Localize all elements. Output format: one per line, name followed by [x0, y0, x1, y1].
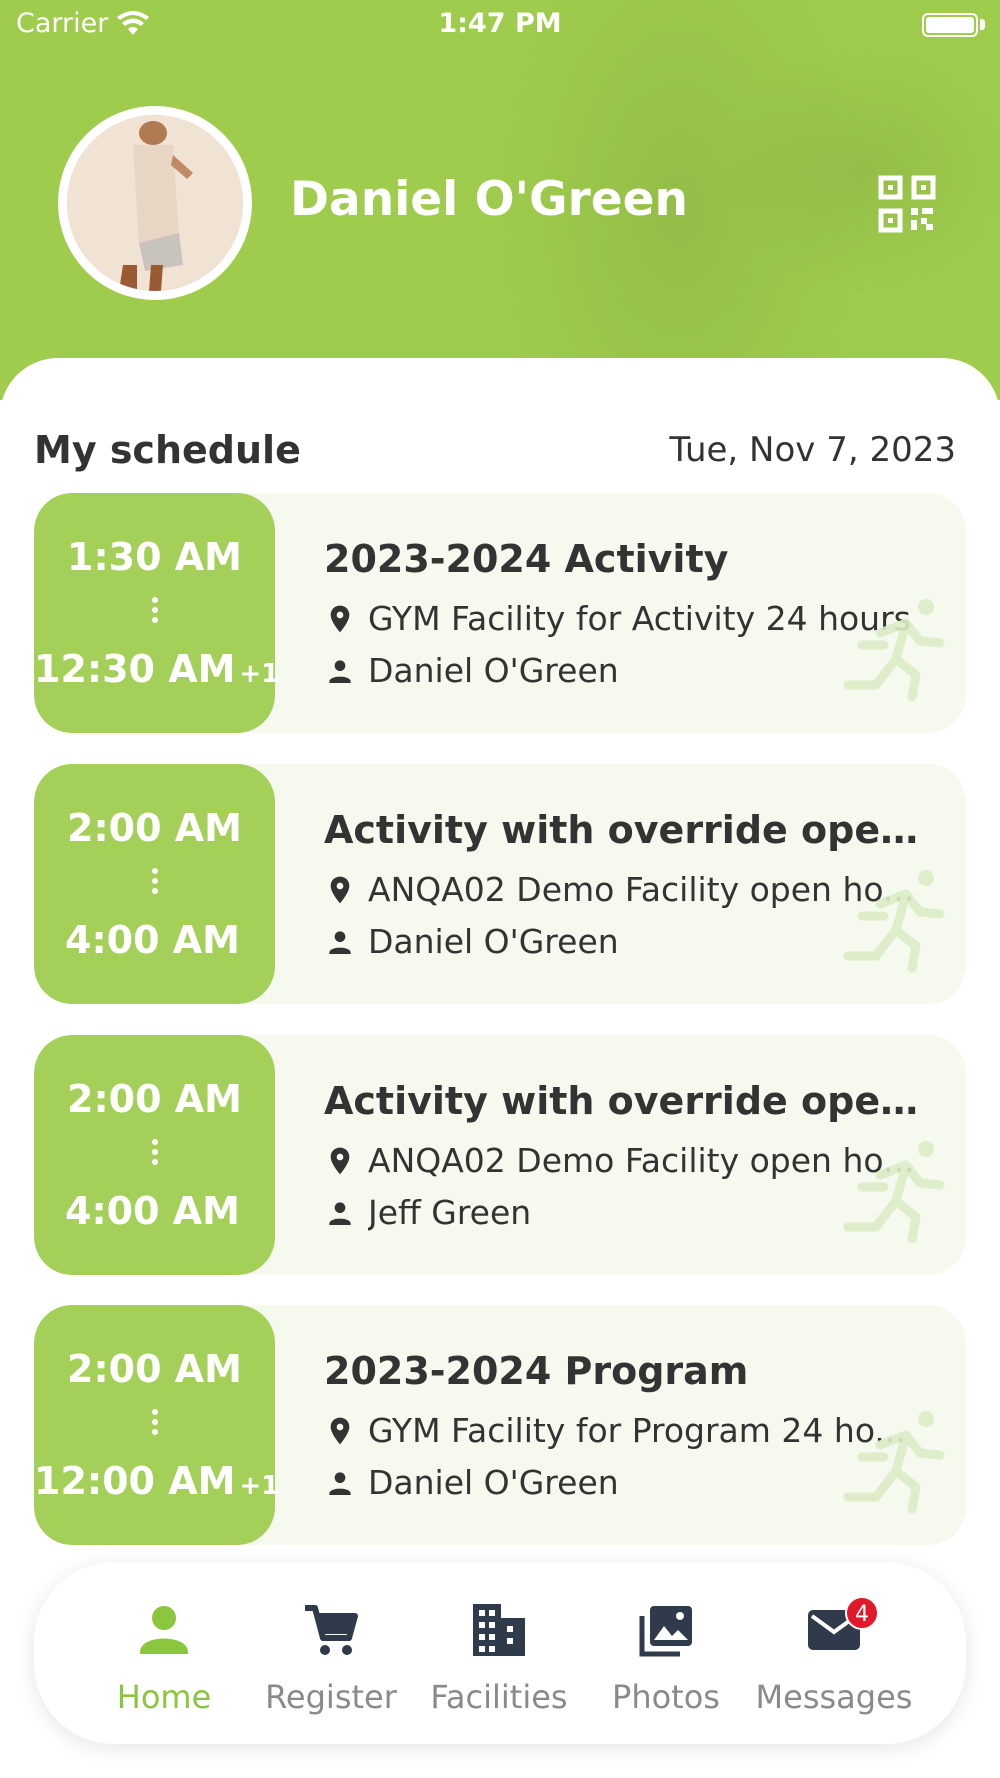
start-time: 2:00 AM — [67, 806, 242, 850]
location-pin-icon — [330, 1417, 350, 1444]
person-icon — [329, 1471, 351, 1495]
tab-facilities[interactable]: Facilities — [414, 1600, 584, 1730]
time-range: 2:00 AM 4:00 AM — [34, 764, 275, 1004]
unread-badge: 4 — [845, 1596, 879, 1630]
schedule-card[interactable]: 2:00 AM 12:00 AM +1 2023-2024 Program GYM… — [34, 1305, 966, 1545]
tab-register[interactable]: Register — [246, 1600, 416, 1730]
battery-icon — [922, 13, 978, 37]
tab-label: Photos — [612, 1678, 720, 1716]
person-icon — [140, 1606, 188, 1654]
runner-watermark-icon — [843, 599, 945, 702]
event-title: 2023-2024 Program — [324, 1349, 749, 1393]
schedule-date[interactable]: Tue, Nov 7, 2023 — [669, 430, 956, 470]
schedule-title: My schedule — [34, 428, 301, 472]
location-pin-icon — [330, 605, 350, 632]
location-pin-icon — [330, 1147, 350, 1174]
person-icon — [329, 1201, 351, 1225]
avatar-photo — [67, 115, 243, 291]
next-day-suffix: +1 — [239, 659, 280, 689]
tab-label: Messages — [755, 1678, 913, 1716]
time-range: 2:00 AM 12:00 AM +1 — [34, 1305, 280, 1545]
tab-home[interactable]: Home — [79, 1600, 249, 1730]
avatar[interactable] — [58, 106, 252, 300]
dots-icon — [34, 597, 275, 627]
end-time: 4:00 AM — [65, 1189, 240, 1233]
user-name: Daniel O'Green — [290, 172, 688, 227]
end-time: 12:30 AM +1 — [34, 647, 280, 691]
start-time: 1:30 AM — [67, 535, 242, 579]
status-bar: Carrier 1:47 PM — [0, 0, 1000, 50]
schedule-card[interactable]: 1:30 AM 12:30 AM +1 2023-2024 Activity GY… — [34, 493, 966, 733]
schedule-card[interactable]: 2:00 AM 4:00 AM Activity with override o… — [34, 1035, 966, 1275]
end-time: 12:00 AM +1 — [34, 1459, 280, 1503]
dots-icon — [34, 1409, 275, 1439]
person-icon — [329, 659, 351, 683]
tab-label: Register — [265, 1678, 397, 1716]
location-pin-icon — [330, 876, 350, 903]
runner-watermark-icon — [843, 870, 945, 973]
tab-photos[interactable]: Photos — [581, 1600, 751, 1730]
tab-messages[interactable]: 4 Messages — [749, 1596, 919, 1730]
app-screen: Carrier 1:47 PM Daniel O'Green My schedu… — [0, 0, 1000, 1778]
person-icon — [329, 930, 351, 954]
tab-label: Home — [116, 1678, 212, 1716]
next-day-suffix: +1 — [239, 1471, 280, 1501]
event-title: Activity with override open h... — [324, 808, 944, 852]
status-time: 1:47 PM — [438, 8, 562, 39]
runner-watermark-icon — [843, 1141, 945, 1244]
tab-label: Facilities — [430, 1678, 568, 1716]
time-range: 2:00 AM 4:00 AM — [34, 1035, 275, 1275]
dots-icon — [34, 868, 275, 898]
qr-code-icon[interactable] — [878, 175, 936, 233]
building-icon — [473, 1604, 525, 1656]
photos-icon — [639, 1606, 692, 1657]
dots-icon — [34, 1139, 275, 1169]
bottom-tab-bar: Home Register Facilities Photos 4 Messag… — [34, 1562, 966, 1744]
schedule-card[interactable]: 2:00 AM 4:00 AM Activity with override o… — [34, 764, 966, 1004]
end-time: 4:00 AM — [65, 918, 240, 962]
battery-tip — [980, 19, 985, 30]
time-range: 1:30 AM 12:30 AM +1 — [34, 493, 280, 733]
cart-icon — [305, 1605, 358, 1655]
start-time: 2:00 AM — [67, 1347, 242, 1391]
event-title: Activity with override open h... — [324, 1079, 944, 1123]
start-time: 2:00 AM — [67, 1077, 242, 1121]
runner-watermark-icon — [843, 1411, 945, 1514]
event-title: 2023-2024 Activity — [324, 537, 729, 581]
header-background-art-2 — [720, 40, 1000, 300]
